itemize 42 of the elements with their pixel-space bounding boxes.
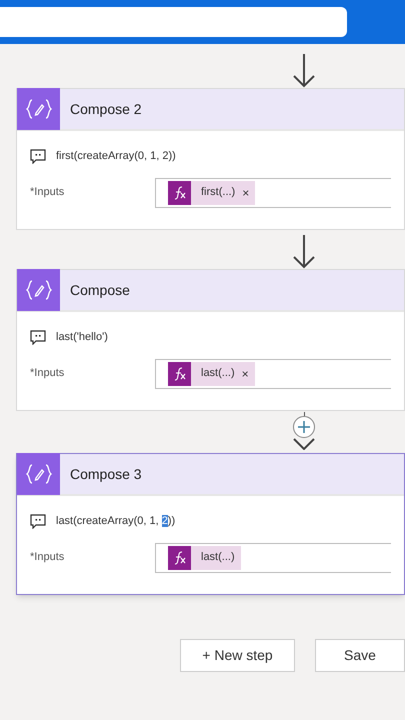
inputs-label: *Inputs [30,184,66,200]
card-header[interactable]: Compose [17,270,404,312]
step-comment: last(createArray(0, 1, 2)) [56,514,176,529]
compose-icon [17,269,60,311]
card-title: Compose [70,280,130,300]
action-card[interactable]: Compose last('hello') *Inputs last(...) × [16,269,405,411]
function-icon [168,362,191,386]
expression-token[interactable]: first(...) × [168,180,256,204]
plus-icon [298,421,310,433]
add-step-button[interactable] [293,416,315,438]
function-icon [168,180,191,204]
comment-icon [30,514,46,529]
card-title: Compose 3 [70,464,142,484]
remove-token-button[interactable]: × [242,184,250,202]
action-card[interactable]: Compose 2 first(createArray(0, 1, 2)) *Inputs first(...) × [16,88,405,230]
card-header[interactable]: Compose 3 [17,454,404,496]
comment-icon [30,330,46,345]
token-label: last(...) [201,366,235,382]
inputs-field[interactable]: last(...) × [155,358,391,388]
save-button[interactable]: Save [315,639,405,672]
expression-token[interactable]: last(...) [168,546,241,570]
down-arrow-icon [293,235,315,269]
compose-icon [17,88,60,130]
token-label: last(...) [201,550,235,566]
remove-token-button[interactable]: × [242,364,249,382]
card-title: Compose 2 [70,100,142,119]
function-icon [168,546,191,570]
search-field[interactable] [0,7,347,37]
step-comment: last('hello') [56,330,108,345]
step-comment: first(createArray(0, 1, 2)) [56,149,176,164]
inputs-field[interactable]: last(...) [155,542,391,572]
inputs-label: *Inputs [30,550,66,564]
card-header[interactable]: Compose 2 [17,89,404,131]
new-step-button[interactable]: + New step [180,639,295,672]
token-label: first(...) [201,185,236,200]
comment-icon [30,148,46,164]
inputs-field[interactable]: first(...) × [155,178,391,208]
expression-token[interactable]: last(...) × [168,362,255,386]
down-arrow-icon [293,54,315,88]
action-card[interactable]: Compose 3 last(createArray(0, 1, 2)) *Inputs last(...) [16,453,405,595]
compose-icon [17,453,60,495]
inputs-label: *Inputs [30,366,66,380]
